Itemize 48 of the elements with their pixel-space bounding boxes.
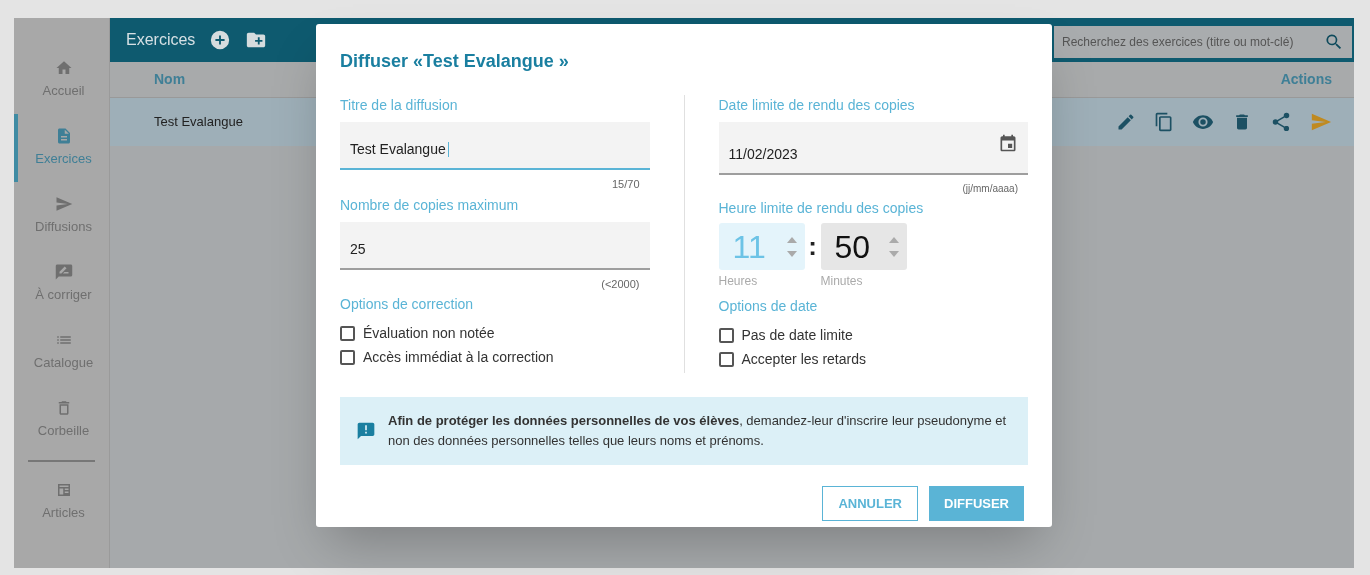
calendar-icon[interactable] <box>998 133 1018 153</box>
checkbox-label: Pas de date limite <box>741 325 853 345</box>
edit-comment-icon <box>54 263 73 282</box>
field-hint: (<2000) <box>601 276 640 292</box>
share-icon[interactable] <box>1270 111 1292 133</box>
search-icon[interactable] <box>1324 32 1344 52</box>
checkbox-label: Accepter les retards <box>741 349 866 369</box>
checkbox[interactable] <box>340 349 355 365</box>
column-header: Actions <box>1280 70 1332 89</box>
field-label: Nombre de copies maximum <box>340 195 520 215</box>
checkbox[interactable] <box>718 327 734 343</box>
message-alert-icon <box>356 421 376 441</box>
page-title: Exercices <box>126 30 196 50</box>
checkbox-label: Évaluation non notée <box>363 323 495 343</box>
time-separator: : <box>807 230 818 263</box>
notice-text: Afin de protéger les données personnelles de vos élèves, demandez-leur d'inscrire leur pseudonyme et non des données personnelles telles que leurs noms et prénoms. <box>388 412 1008 450</box>
input-field[interactable]: 25 <box>340 221 650 270</box>
secondary-button[interactable]: ANNULER <box>822 486 918 521</box>
checkbox[interactable] <box>718 351 734 367</box>
checkbox-label: Accès immédiat à la correction <box>363 347 554 367</box>
field-hint: (jj/mm/aaaa) <box>962 182 1018 196</box>
sidebar-item[interactable]: Corbeille <box>14 386 109 454</box>
field-hint: 15/70 <box>611 177 640 192</box>
field-label: Date limite de rendu des copies <box>718 96 916 115</box>
column-header: Nom <box>154 70 186 89</box>
primary-button[interactable]: DIFFUSER <box>929 486 1024 521</box>
date-field[interactable]: 11/02/2023 <box>718 122 1028 175</box>
sidebar-item[interactable]: À corriger <box>14 250 109 318</box>
table-cell-text: Test Evalangue <box>154 113 243 132</box>
field-label: Heure limite de rendu des copies <box>718 199 925 218</box>
add-icon[interactable] <box>209 29 232 51</box>
sidebar-item[interactable]: Accueil <box>14 46 109 114</box>
section-title: Options de correction <box>340 295 475 314</box>
search-field[interactable]: Recherchez des exercices (titre ou mot-clé) <box>1052 24 1354 60</box>
time-spinner[interactable]: 50 <box>820 223 907 270</box>
dialog-title: Diffuser «Test Evalangue » <box>340 50 570 73</box>
sidebar-item[interactable]: Diffusions <box>14 182 109 250</box>
sidebar-item[interactable]: Catalogue <box>14 318 109 386</box>
input-field[interactable]: Test Evalangue <box>340 122 650 170</box>
time-caption: Heures <box>718 273 759 290</box>
copy-icon[interactable] <box>1154 112 1174 132</box>
checkbox[interactable] <box>340 325 355 341</box>
field-label: Titre de la diffusion <box>340 96 459 115</box>
time-spinner[interactable]: 11 <box>718 223 805 270</box>
time-caption: Minutes <box>820 273 864 290</box>
sidebar-item[interactable]: Articles <box>14 468 109 536</box>
section-title: Options de date <box>718 297 819 316</box>
edit-icon[interactable] <box>1116 112 1136 132</box>
